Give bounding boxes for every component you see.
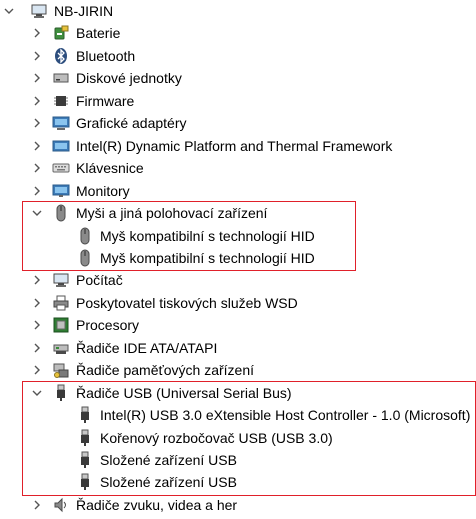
category-0[interactable]: Baterie (0, 22, 476, 44)
device-item[interactable]: Složené zařízení USB (0, 471, 476, 493)
category-4[interactable]: Grafické adaptéry (0, 112, 476, 134)
device-item[interactable]: Myš kompatibilní s technologií HID (0, 247, 476, 269)
monitor-icon (52, 182, 70, 200)
category-label: Firmware (76, 92, 135, 109)
chevron-right-icon[interactable] (30, 49, 44, 63)
device-item[interactable]: Myš kompatibilní s technologií HID (0, 225, 476, 247)
chevron-right-icon[interactable] (30, 296, 44, 310)
category-label: Baterie (76, 25, 121, 42)
ide-controller-icon (52, 339, 70, 357)
category-5[interactable]: Intel(R) Dynamic Platform and Thermal Fr… (0, 135, 476, 157)
device-label: Složené zařízení USB (100, 474, 237, 491)
category-label: Řadiče paměťových zařízení (76, 362, 255, 379)
printer-icon (52, 294, 70, 312)
chevron-right-icon[interactable] (30, 94, 44, 108)
bluetooth-icon (52, 47, 70, 65)
disk-drive-icon (52, 69, 70, 87)
category-8[interactable]: Myši a jiná polohovací zařízení (0, 202, 476, 224)
chevron-right-icon[interactable] (30, 363, 44, 377)
mouse-icon (52, 204, 70, 222)
tree-root[interactable]: NB-JIRIN (0, 0, 476, 22)
category-7[interactable]: Monitory (0, 180, 476, 202)
chevron-down-icon[interactable] (2, 4, 16, 18)
category-6[interactable]: Klávesnice (0, 157, 476, 179)
category-label: Procesory (76, 317, 140, 334)
category-3[interactable]: Firmware (0, 90, 476, 112)
device-label: Složené zařízení USB (100, 452, 237, 468)
computer-icon (52, 271, 70, 289)
usb-icon (52, 384, 70, 402)
category-label: Grafické adaptéry (76, 115, 187, 132)
device-label: Intel(R) USB 3.0 eXtensible Host Control… (100, 407, 471, 424)
device-label: Kořenový rozbočovač USB (USB 3.0) (100, 429, 333, 446)
category-label: Řadiče zvuku, videa a her (76, 496, 238, 513)
mouse-icon (76, 227, 94, 245)
chevron-right-icon[interactable] (30, 184, 44, 198)
display-adapter-icon (52, 114, 70, 132)
chevron-right-icon[interactable] (30, 318, 44, 332)
category-10[interactable]: Poskytovatel tiskových služeb WSD (0, 292, 476, 314)
chevron-right-icon[interactable] (30, 273, 44, 287)
chevron-right-icon[interactable] (30, 161, 44, 175)
firmware-chip-icon (52, 92, 70, 110)
device-label: Myš kompatibilní s technologií HID (100, 249, 315, 266)
chevron-right-icon[interactable] (30, 116, 44, 130)
usb-icon (76, 429, 94, 447)
category-label: Řadiče IDE ATA/ATAPI (76, 339, 218, 356)
chevron-down-icon[interactable] (30, 206, 44, 220)
device-item[interactable]: Intel(R) USB 3.0 eXtensible Host Control… (0, 404, 476, 426)
chevron-right-icon[interactable] (30, 341, 44, 355)
battery-icon (52, 24, 70, 42)
category-9[interactable]: Počítač (0, 269, 476, 291)
category-label: Řadiče USB (Universal Serial Bus) (76, 384, 292, 401)
category-label: Počítač (76, 272, 123, 289)
category-label: Klávesnice (76, 160, 144, 177)
category-label: Bluetooth (76, 47, 136, 64)
category-13[interactable]: Řadiče paměťových zařízení (0, 359, 476, 381)
device-icon (52, 137, 70, 155)
chevron-right-icon[interactable] (30, 139, 44, 153)
category-label: Myši a jiná polohovací zařízení (76, 205, 268, 222)
root-label: NB-JIRIN (54, 3, 114, 19)
device-item[interactable]: Kořenový rozbočovač USB (USB 3.0) (0, 427, 476, 449)
chevron-right-icon[interactable] (30, 26, 44, 40)
usb-icon (76, 406, 94, 424)
category-2[interactable]: Diskové jednotky (0, 67, 476, 89)
category-label: Diskové jednotky (76, 70, 182, 87)
keyboard-icon (52, 159, 70, 177)
device-label: Myš kompatibilní s technologií HID (100, 227, 315, 244)
chevron-right-icon[interactable] (30, 71, 44, 85)
category-11[interactable]: Procesory (0, 314, 476, 336)
category-12[interactable]: Řadiče IDE ATA/ATAPI (0, 337, 476, 359)
computer-icon (30, 2, 48, 20)
chevron-down-icon[interactable] (30, 386, 44, 400)
processor-icon (52, 316, 70, 334)
category-15[interactable]: Řadiče zvuku, videa a her (0, 494, 476, 516)
category-14[interactable]: Řadiče USB (Universal Serial Bus) (0, 382, 476, 404)
device-item[interactable]: Složené zařízení USB (0, 449, 476, 471)
category-label: Monitory (76, 182, 130, 199)
category-label: Intel(R) Dynamic Platform and Thermal Fr… (76, 137, 393, 154)
mouse-icon (76, 249, 94, 267)
storage-controller-icon (52, 361, 70, 379)
category-label: Poskytovatel tiskových služeb WSD (76, 294, 298, 311)
chevron-right-icon[interactable] (30, 498, 44, 512)
speaker-icon (52, 496, 70, 514)
category-1[interactable]: Bluetooth (0, 45, 476, 67)
usb-icon (76, 473, 94, 491)
usb-icon (76, 451, 94, 469)
